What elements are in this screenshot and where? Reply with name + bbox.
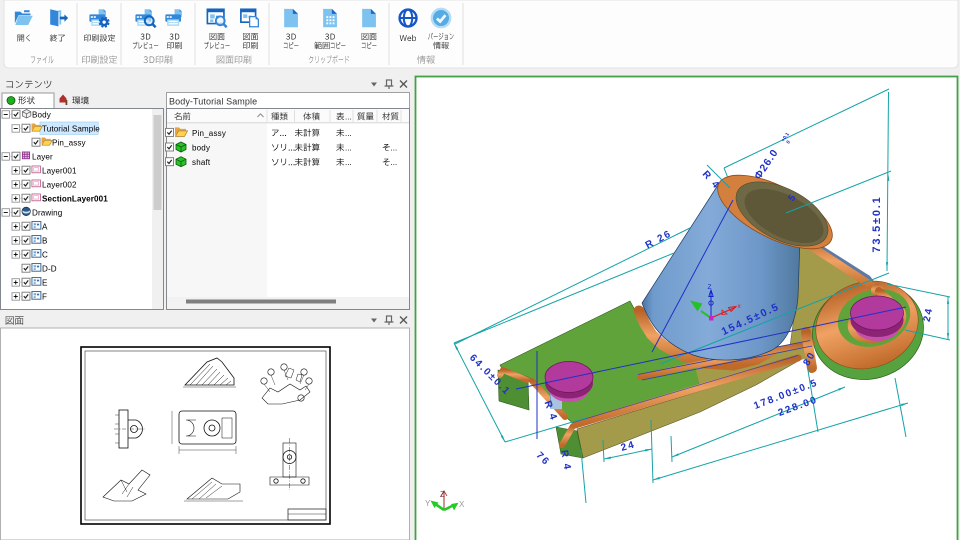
svg-text:body: body: [192, 144, 210, 153]
svg-text:E: E: [42, 279, 48, 288]
svg-text:F: F: [42, 293, 47, 302]
svg-text:Layer001: Layer001: [42, 167, 77, 176]
svg-text:Drawing: Drawing: [32, 209, 62, 218]
svg-text:shaft: shaft: [192, 158, 211, 167]
svg-text:X: X: [459, 500, 465, 509]
svg-text:Pin_assy: Pin_assy: [52, 139, 86, 148]
svg-text:...: ...: [391, 158, 398, 167]
svg-text:...: ...: [345, 129, 352, 138]
svg-text:Pin_assy: Pin_assy: [192, 129, 226, 138]
svg-text:...: ...: [391, 144, 398, 153]
svg-text:Layer: Layer: [32, 153, 53, 162]
svg-text:Z: Z: [708, 284, 712, 291]
svg-text:C: C: [42, 251, 48, 260]
svg-text:...: ...: [345, 113, 352, 122]
svg-text:Body: Body: [32, 111, 52, 120]
svg-text:73.5±0.1: 73.5±0.1: [871, 195, 883, 252]
svg-text:Z: Z: [440, 490, 445, 499]
svg-text:D-D: D-D: [42, 265, 57, 274]
svg-text:SectionLayer001: SectionLayer001: [42, 195, 108, 204]
svg-text:Y: Y: [425, 499, 431, 508]
svg-text:...: ...: [345, 158, 352, 167]
svg-text:...: ...: [345, 144, 352, 153]
svg-text:Body-Tutorial Sample: Body-Tutorial Sample: [169, 97, 257, 107]
svg-text:A: A: [42, 223, 48, 232]
svg-text:B: B: [42, 237, 48, 246]
svg-text:Tutorial Sample: Tutorial Sample: [42, 125, 100, 134]
svg-text:Layer002: Layer002: [42, 181, 77, 190]
